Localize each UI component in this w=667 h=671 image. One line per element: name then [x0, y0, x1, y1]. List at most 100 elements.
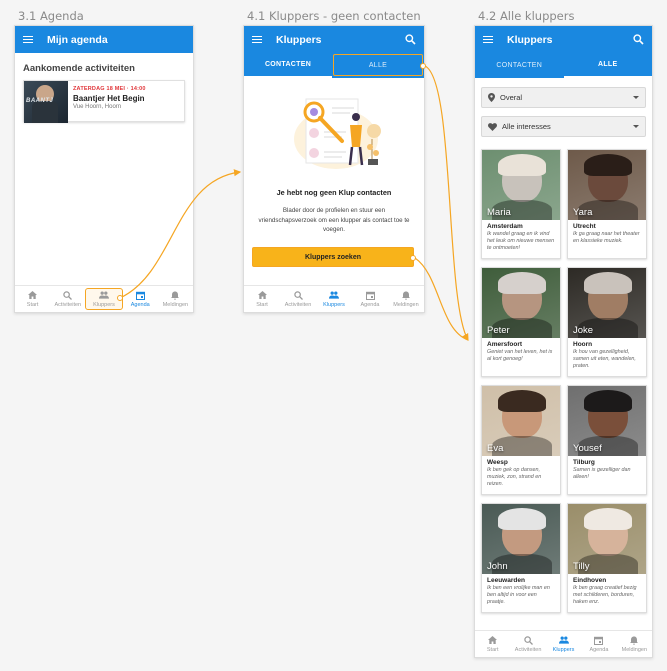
empty-title: Je hebt nog geen Klup contacten	[276, 188, 392, 197]
person-city: Amersfoort	[487, 341, 523, 348]
bell-icon	[629, 635, 639, 645]
tab-alle[interactable]: ALLE	[333, 54, 423, 76]
person-city: Weesp	[487, 459, 508, 466]
home-icon	[488, 635, 498, 645]
nav-label: Kluppers	[552, 647, 575, 653]
person-quote: Ik ben graag creatief bezig met schilder…	[573, 585, 637, 605]
person-quote: Geniet van het leven, het is al kort gen…	[487, 349, 553, 362]
event-card[interactable]: BAANTJ ZATERDAG 18 MEI · 14:00 Baantjer …	[23, 80, 185, 123]
find-kluppers-button[interactable]: Kluppers zoeken	[252, 247, 414, 267]
nav-kluppers[interactable]: Kluppers	[85, 288, 123, 310]
nav-activiteiten[interactable]: Activiteiten	[280, 286, 316, 312]
empty-illustration	[284, 91, 388, 171]
person-card[interactable]: Joke Hoorn Ik hou van gezelligheid, samen …	[567, 267, 647, 377]
menu-icon[interactable]	[483, 35, 493, 44]
person-quote: Ik ben gek op dansen, muziek, zon, stran…	[487, 467, 542, 487]
menu-icon[interactable]	[252, 35, 262, 44]
nav-label: Activiteiten	[514, 647, 542, 653]
person-city: Utrecht	[573, 223, 596, 230]
interest-select-value: Alle interesses	[502, 122, 551, 131]
person-card[interactable]: John Leeuwarden Ik ben een vrolijke man en…	[481, 503, 561, 613]
search-icon	[293, 290, 303, 300]
nav-kluppers[interactable]: Kluppers	[316, 286, 352, 312]
person-card[interactable]: Maria Amsterdam Ik wandel graag en ik vind…	[481, 149, 561, 259]
calendar-icon	[594, 635, 604, 645]
bell-icon	[401, 290, 411, 300]
region-select[interactable]: Overal	[481, 87, 646, 108]
people-icon	[329, 290, 339, 300]
home-icon	[28, 290, 38, 300]
nav-agenda[interactable]: Agenda	[352, 286, 388, 312]
menu-icon[interactable]	[23, 35, 33, 44]
nav-label: Start	[256, 302, 268, 308]
person-name: Joke	[573, 325, 594, 336]
section-title-kluppers-all: 4.2 Alle kluppers	[478, 9, 575, 23]
bottom-nav: Start Activiteiten Kluppers Agenda Meldi…	[244, 285, 424, 312]
nav-label: Kluppers	[93, 302, 115, 308]
person-card[interactable]: Eva Weesp Ik ben gek op dansen, muziek, zo…	[481, 385, 561, 495]
tab-bar: CONTACTEN ALLE	[475, 53, 652, 78]
person-name: Eva	[487, 443, 504, 454]
nav-label: Agenda	[130, 302, 150, 308]
person-photo: Eva	[482, 386, 560, 456]
event-date: ZATERDAG 18 MEI · 14:00	[73, 86, 146, 92]
nav-meldingen[interactable]: Meldingen	[617, 631, 652, 657]
bottom-nav: Start Activiteiten Kluppers Agenda Meldi…	[15, 285, 193, 312]
person-card[interactable]: Yousef Tilburg Samen is gezelliger dan all…	[567, 385, 647, 495]
person-photo: John	[482, 504, 560, 574]
tab-contacten[interactable]: CONTACTEN	[244, 53, 332, 78]
calendar-icon	[365, 290, 375, 300]
poster-text: BAANTJ	[26, 98, 54, 104]
bottom-nav: Start Activiteiten Kluppers Agenda Meldi…	[475, 630, 652, 657]
nav-label: Kluppers	[323, 302, 345, 308]
page-heading: Aankomende activiteiten	[23, 63, 135, 74]
person-card[interactable]: Tilly Eindhoven Ik ben graag creatief bezi…	[567, 503, 647, 613]
region-select-value: Overal	[500, 93, 523, 102]
appbar: Mijn agenda	[15, 26, 193, 53]
person-quote: Ik hou van gezelligheid, samen uit eten,…	[573, 349, 636, 369]
nav-label: Agenda	[589, 647, 609, 653]
nav-activiteiten[interactable]: Activiteiten	[510, 631, 545, 657]
person-photo: Yousef	[568, 386, 646, 456]
appbar-title: Kluppers	[507, 33, 553, 46]
search-icon	[63, 290, 73, 300]
phone-kluppers-empty: Kluppers CONTACTEN ALLE Je hebt nog geen…	[243, 25, 425, 313]
person-name: Maria	[487, 207, 511, 218]
nav-agenda[interactable]: Agenda	[581, 631, 616, 657]
person-name: Peter	[487, 325, 510, 336]
phone-agenda: Mijn agenda Aankomende activiteiten BAAN…	[14, 25, 194, 313]
nav-kluppers[interactable]: Kluppers	[546, 631, 581, 657]
bell-icon	[170, 290, 180, 300]
person-card[interactable]: Yara Utrecht Ik ga graag naar het theater …	[567, 149, 647, 259]
chevron-down-icon	[633, 125, 639, 128]
tab-alle[interactable]: ALLE	[563, 53, 652, 78]
nav-start[interactable]: Start	[15, 286, 50, 312]
search-icon	[523, 635, 533, 645]
section-title-agenda: 3.1 Agenda	[18, 9, 84, 23]
nav-label: Meldingen	[621, 647, 648, 653]
nav-meldingen[interactable]: Meldingen	[388, 286, 424, 312]
section-title-kluppers-empty: 4.1 Kluppers - geen contacten	[247, 9, 421, 23]
nav-label: Meldingen	[162, 302, 189, 308]
person-card[interactable]: Peter Amersfoort Geniet van het leven, het…	[481, 267, 561, 377]
nav-label: Start	[486, 647, 499, 653]
event-location: Vue Hoorn, Hoorn	[73, 104, 122, 110]
interest-select[interactable]: Alle interesses	[481, 116, 646, 137]
search-icon[interactable]	[405, 34, 416, 45]
nav-activiteiten[interactable]: Activiteiten	[50, 286, 85, 312]
nav-start[interactable]: Start	[244, 286, 280, 312]
location-pin-icon	[488, 93, 495, 102]
nav-agenda[interactable]: Agenda	[123, 286, 158, 312]
nav-label: Meldingen	[393, 302, 419, 308]
person-quote: Ik ben een vrolijke man en ben altijd in…	[487, 585, 550, 605]
tab-contacten[interactable]: CONTACTEN	[475, 53, 564, 78]
nav-meldingen[interactable]: Meldingen	[158, 286, 193, 312]
appbar: Kluppers	[475, 26, 652, 53]
person-quote: Samen is gezelliger dan alleen!	[573, 467, 631, 480]
people-icon	[99, 290, 109, 300]
person-photo: Tilly	[568, 504, 646, 574]
nav-start[interactable]: Start	[475, 631, 510, 657]
search-icon[interactable]	[633, 34, 644, 45]
person-city: Tilburg	[573, 459, 595, 466]
person-city: Amsterdam	[487, 223, 523, 230]
